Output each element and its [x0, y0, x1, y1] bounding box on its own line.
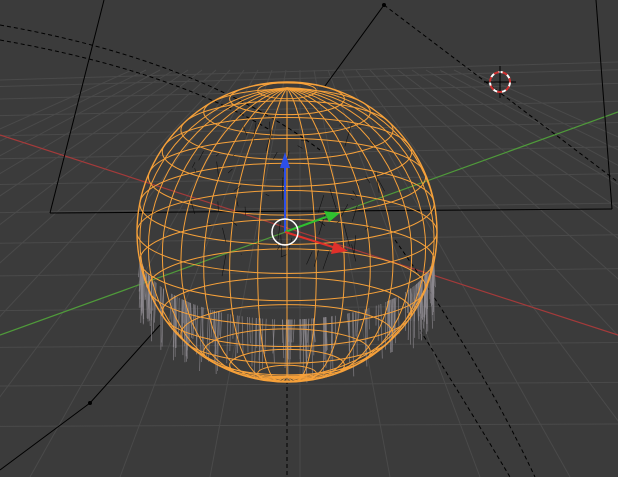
inner-strand [352, 190, 358, 198]
lamp-line [89, 324, 161, 404]
camera-edge [49, 0, 105, 214]
hair-strand [247, 317, 249, 353]
inner-strand [216, 161, 219, 177]
inner-strand [322, 250, 330, 270]
hair-strand [292, 319, 295, 343]
hair-strand [284, 319, 287, 368]
hair-strand [264, 318, 267, 354]
inner-strand [207, 223, 211, 225]
grid-line [0, 69, 161, 157]
grid-line [341, 69, 571, 477]
grid-line [0, 381, 618, 387]
grid-line [369, 69, 618, 337]
3d-cursor-icon[interactable] [484, 66, 516, 98]
grid-line [383, 69, 618, 280]
inner-strand [375, 171, 380, 193]
hair-strand [253, 317, 257, 380]
grid-line [0, 61, 618, 81]
inner-strand [280, 234, 283, 257]
camera-edge [595, 0, 613, 210]
hair-strand [178, 297, 180, 334]
grid-line [0, 146, 618, 160]
inner-strand [191, 162, 196, 168]
hair-strand [249, 317, 251, 344]
lamp-dashed-arc [394, 239, 536, 477]
hair-strand [354, 311, 357, 337]
hair-strand [380, 303, 383, 359]
camera-edge [324, 4, 385, 87]
lamp-vertex [88, 401, 92, 405]
hair-strand [291, 319, 293, 343]
hair-strand [331, 316, 334, 376]
3d-viewport[interactable] [0, 0, 618, 477]
floor-grid [0, 61, 618, 477]
hair-strand [237, 315, 240, 354]
grid-line [0, 69, 189, 197]
inner-strand [369, 139, 376, 146]
hair-strand [241, 316, 244, 355]
hair-strand [220, 312, 222, 339]
grid-line [411, 69, 618, 209]
grid-line [0, 342, 618, 348]
inner-strand [265, 129, 272, 152]
sphere-meridian [286, 87, 435, 377]
grid-line [0, 423, 618, 427]
inner-strand [265, 194, 270, 197]
inner-strand [227, 168, 233, 174]
inner-strand [240, 253, 242, 255]
grid-line [313, 69, 391, 477]
camera-vertex [382, 3, 386, 7]
grid-line [467, 69, 618, 138]
inner-strand [306, 251, 313, 265]
grid-line [425, 69, 618, 185]
camera-dashed-edge [383, 4, 618, 183]
inner-strand [233, 185, 241, 192]
manipulator-x-axis[interactable] [284, 231, 337, 249]
inner-strand [317, 194, 325, 213]
grid-line [327, 69, 481, 477]
grid-line [0, 173, 618, 185]
inner-strand [350, 198, 354, 201]
lamp-line [0, 402, 91, 471]
hair-strand [194, 304, 198, 352]
inner-strand [198, 150, 204, 161]
